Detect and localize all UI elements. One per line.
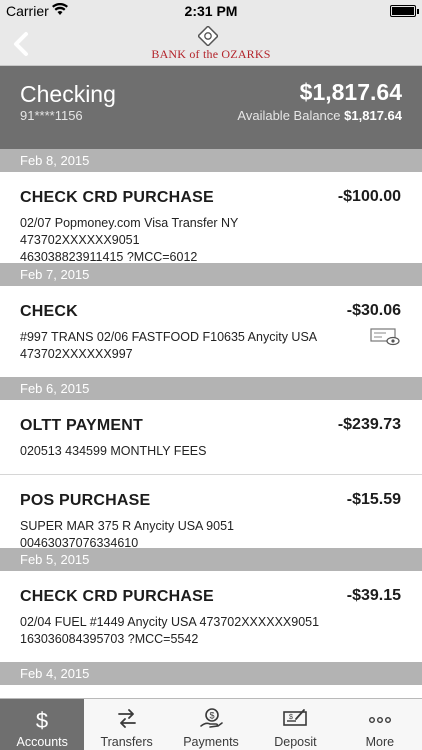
status-bar: Carrier 2:31 PM	[0, 0, 422, 22]
tab-payments[interactable]: $ Payments	[169, 699, 253, 750]
transaction-amount: -$39.15	[346, 587, 401, 604]
svg-text:$: $	[36, 708, 48, 731]
available-balance-value: $1,817.64	[344, 108, 402, 123]
tab-accounts[interactable]: $ Accounts	[0, 699, 85, 750]
tab-label: Accounts	[16, 735, 68, 749]
account-number: 91****1156	[20, 108, 83, 123]
tab-label: Payments	[183, 735, 239, 749]
transaction-row[interactable]: CHECK CRD PURCHASE -$100.00 02/07 Popmon…	[0, 172, 422, 266]
chevron-left-icon	[14, 32, 28, 56]
transaction-amount: -$239.73	[337, 416, 401, 433]
available-balance: Available Balance $1,817.64	[237, 108, 402, 123]
date-header: Feb 6, 2015	[0, 377, 422, 400]
transaction-description: #997 TRANS 02/06 FASTFOOD F10635 Anycity…	[20, 329, 350, 363]
description-line: 463038823911415 ?MCC=6012	[20, 250, 198, 264]
account-summary: Checking 91****1156 $1,817.64 Available …	[0, 66, 422, 149]
description-line: 020513 434599 MONTHLY FEES	[20, 444, 207, 458]
tab-transfers[interactable]: Transfers	[84, 699, 168, 750]
transfer-arrows-icon	[117, 709, 136, 728]
svg-text:$: $	[210, 711, 215, 721]
logo-emblem-icon	[198, 26, 218, 46]
tab-label: Deposit	[274, 735, 317, 749]
description-line: 473702XXXXXX997	[20, 347, 133, 361]
transaction-title: POS PURCHASE	[20, 492, 151, 509]
tab-bar: $ Accounts Transfers $ Payments $ Deposi…	[0, 698, 422, 750]
transaction-title: CHECK CRD PURCHASE	[20, 189, 214, 206]
transaction-description: 02/04 FUEL #1449 Anycity USA 473702XXXXX…	[20, 614, 350, 648]
payment-hand-icon: $	[200, 708, 223, 728]
tab-more[interactable]: More	[338, 699, 422, 750]
date-header: Feb 8, 2015	[0, 149, 422, 172]
transaction-amount: -$30.06	[346, 302, 401, 319]
tab-label: More	[365, 735, 395, 749]
clock: 2:31 PM	[184, 3, 238, 19]
tab-deposit[interactable]: $ Deposit	[253, 699, 337, 750]
bank-logo: BANK of the OZARKS	[146, 26, 276, 62]
dollar-icon: $	[36, 708, 48, 731]
check-deposit-icon: $	[283, 709, 308, 726]
description-line: SUPER MAR 375 R Anycity USA 9051 0046303…	[20, 519, 234, 550]
date-header: Feb 4, 2015	[0, 662, 422, 685]
transaction-title: CHECK	[20, 303, 78, 320]
battery-icon	[390, 5, 419, 17]
svg-text:$: $	[289, 714, 293, 721]
transaction-row[interactable]: POS PURCHASE -$15.59 SUPER MAR 375 R Any…	[0, 474, 422, 550]
navigation-bar: BANK of the OZARKS	[0, 22, 422, 66]
transaction-amount: -$100.00	[337, 188, 401, 205]
transaction-title: OLTT PAYMENT	[20, 417, 143, 434]
back-button[interactable]	[8, 28, 38, 60]
description-line: #997 TRANS 02/06 FASTFOOD F10635 Anycity…	[20, 330, 318, 344]
account-balance: $1,817.64	[299, 79, 402, 105]
more-dots-icon	[368, 716, 391, 723]
transaction-description: 02/07 Popmoney.com Visa Transfer NY 4737…	[20, 215, 350, 266]
check-image-icon[interactable]	[370, 328, 400, 346]
transaction-description: SUPER MAR 375 R Anycity USA 9051 0046303…	[20, 518, 350, 552]
tab-label: Transfers	[100, 735, 153, 749]
transaction-list[interactable]: Feb 8, 2015 CHECK CRD PURCHASE -$100.00 …	[0, 149, 422, 698]
transaction-title: CHECK CRD PURCHASE	[20, 588, 214, 605]
transaction-amount: -$15.59	[346, 491, 401, 508]
transaction-row[interactable]: OLTT PAYMENT -$239.73 020513 434599 MONT…	[0, 400, 422, 474]
logo-text: BANK of the OZARKS	[151, 47, 271, 61]
description-line: 02/04 FUEL #1449 Anycity USA 473702XXXXX…	[20, 615, 320, 629]
description-line: 02/07 Popmoney.com Visa Transfer NY 4737…	[20, 216, 239, 247]
date-header: Feb 7, 2015	[0, 263, 422, 286]
available-balance-label: Available Balance	[237, 108, 341, 123]
description-line: 163036084395703 ?MCC=5542	[20, 632, 199, 646]
transaction-row[interactable]: CHECK -$30.06 #997 TRANS 02/06 FASTFOOD …	[0, 286, 422, 377]
transaction-row[interactable]: CHECK CRD PURCHASE -$39.15 02/04 FUEL #1…	[0, 571, 422, 662]
account-name: Checking	[20, 81, 116, 107]
transaction-description: 020513 434599 MONTHLY FEES	[20, 443, 350, 460]
